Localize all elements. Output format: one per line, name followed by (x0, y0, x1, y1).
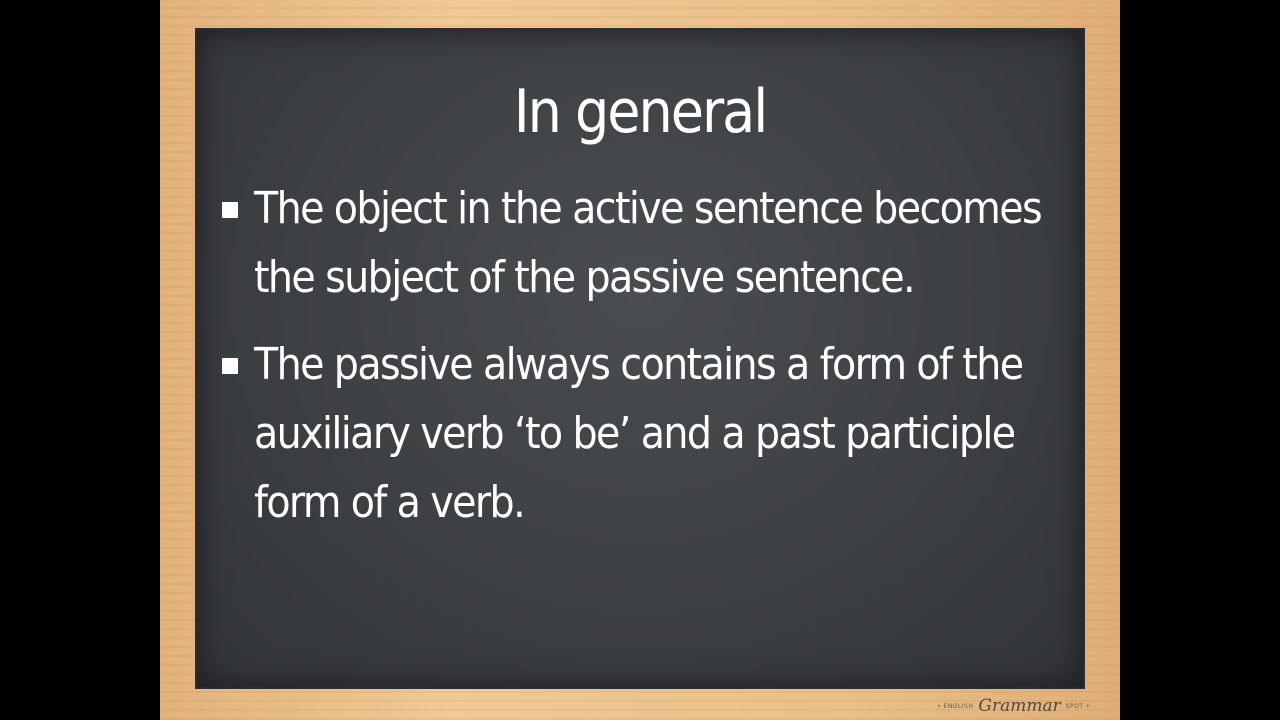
logo-post-text: SPOT • (1065, 702, 1090, 710)
bullet-item: The object in the active sentence become… (222, 174, 1072, 312)
chalkboard: In general The object in the active sent… (197, 30, 1083, 687)
logo-name: Grammar (978, 696, 1061, 716)
square-bullet-icon (222, 358, 238, 374)
slide-title: In general (513, 77, 768, 147)
wooden-frame: In general The object in the active sent… (160, 0, 1120, 720)
logo-pre-text: • ENGLISH (937, 702, 974, 710)
bullet-item: The passive always contains a form of th… (222, 330, 1072, 537)
bullet-list: The object in the active sentence become… (222, 174, 1072, 555)
english-grammar-spot-logo: • ENGLISH Grammar SPOT • (937, 696, 1090, 716)
video-frame: In general The object in the active sent… (0, 0, 1280, 720)
bullet-text: The object in the active sentence become… (254, 183, 1043, 303)
bullet-text: The passive always contains a form of th… (254, 339, 1024, 528)
square-bullet-icon (222, 202, 238, 218)
